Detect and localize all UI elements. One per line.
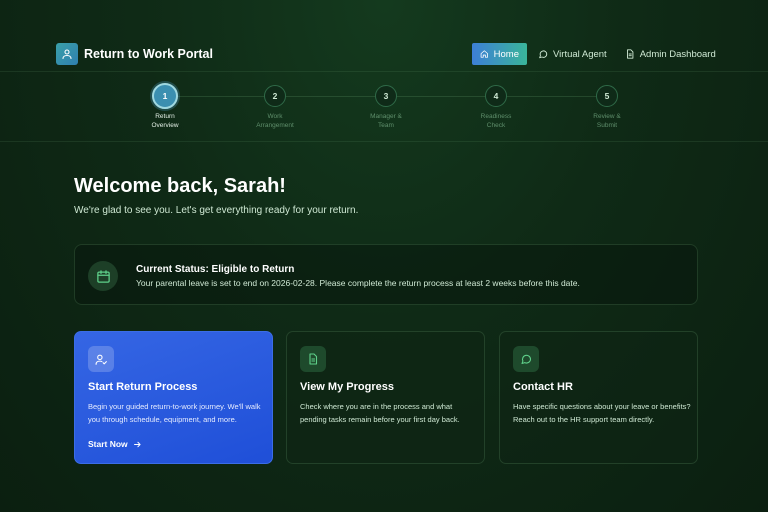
main-nav: Home Virtual Agent Admin Dashboard bbox=[472, 43, 724, 65]
card-title: View My Progress bbox=[300, 381, 394, 393]
nav-virtual-agent[interactable]: Virtual Agent bbox=[530, 43, 615, 65]
document-icon bbox=[300, 346, 326, 372]
step-number: 2 bbox=[264, 85, 286, 107]
chat-bubble-icon bbox=[539, 50, 548, 59]
step-number: 5 bbox=[596, 85, 618, 107]
contact-hr-card[interactable]: Contact HR Have specific questions about… bbox=[499, 331, 698, 464]
document-icon bbox=[626, 49, 634, 59]
step-label: Readiness Check bbox=[480, 113, 512, 129]
nav-virtual-agent-label: Virtual Agent bbox=[553, 48, 607, 60]
nav-admin-dashboard[interactable]: Admin Dashboard bbox=[617, 43, 724, 65]
card-text: Begin your guided return-to-work journey… bbox=[88, 402, 261, 424]
card-title: Start Return Process bbox=[88, 381, 198, 393]
chat-bubble-icon bbox=[513, 346, 539, 372]
step-number: 4 bbox=[485, 85, 507, 107]
nav-admin-dashboard-label: Admin Dashboard bbox=[639, 48, 716, 60]
status-text: Your parental leave is set to end on 202… bbox=[136, 278, 580, 288]
card-title: Contact HR bbox=[513, 381, 573, 393]
user-icon bbox=[56, 43, 78, 65]
step-label: Review & Submit bbox=[593, 113, 621, 129]
welcome-subtitle: We're glad to see you. Let's get everyth… bbox=[74, 205, 359, 216]
brand[interactable]: Return to Work Portal bbox=[56, 43, 213, 65]
step-number: 1 bbox=[152, 83, 178, 109]
step-manager-team[interactable]: 3 Manager & Team bbox=[356, 85, 416, 130]
start-now-link[interactable]: Start Now bbox=[88, 439, 142, 449]
brand-title: Return to Work Portal bbox=[84, 47, 213, 61]
start-now-label: Start Now bbox=[88, 439, 128, 449]
user-check-icon bbox=[88, 346, 114, 372]
step-readiness-check[interactable]: 4 Readiness Check bbox=[466, 85, 526, 130]
start-return-card[interactable]: Start Return Process Begin your guided r… bbox=[74, 331, 273, 464]
status-card: Current Status: Eligible to Return Your … bbox=[74, 244, 698, 305]
calendar-icon bbox=[88, 261, 118, 291]
top-header: Return to Work Portal Home Virtual Agent… bbox=[0, 0, 768, 72]
card-text: Check where you are in the process and w… bbox=[300, 402, 460, 424]
welcome-title: Welcome back, Sarah! bbox=[74, 175, 286, 197]
step-label: Return Overview bbox=[151, 113, 179, 129]
step-work-arrangement[interactable]: 2 Work Arrangement bbox=[245, 85, 305, 130]
step-return-overview[interactable]: 1 Return Overview bbox=[135, 83, 195, 130]
card-text: Have specific questions about your leave… bbox=[513, 402, 691, 424]
view-progress-card[interactable]: View My Progress Check where you are in … bbox=[286, 331, 485, 464]
nav-home[interactable]: Home bbox=[472, 43, 527, 65]
step-number: 3 bbox=[375, 85, 397, 107]
step-label: Work Arrangement bbox=[256, 113, 294, 129]
step-label: Manager & Team bbox=[370, 113, 402, 129]
arrow-right-icon bbox=[133, 441, 141, 447]
home-icon bbox=[480, 50, 488, 58]
status-title: Current Status: Eligible to Return bbox=[136, 264, 295, 275]
progress-stepper: 1 Return Overview 2 Work Arrangement 3 Man… bbox=[0, 72, 768, 142]
step-review-submit[interactable]: 5 Review & Submit bbox=[577, 85, 637, 130]
nav-home-label: Home bbox=[493, 48, 519, 60]
